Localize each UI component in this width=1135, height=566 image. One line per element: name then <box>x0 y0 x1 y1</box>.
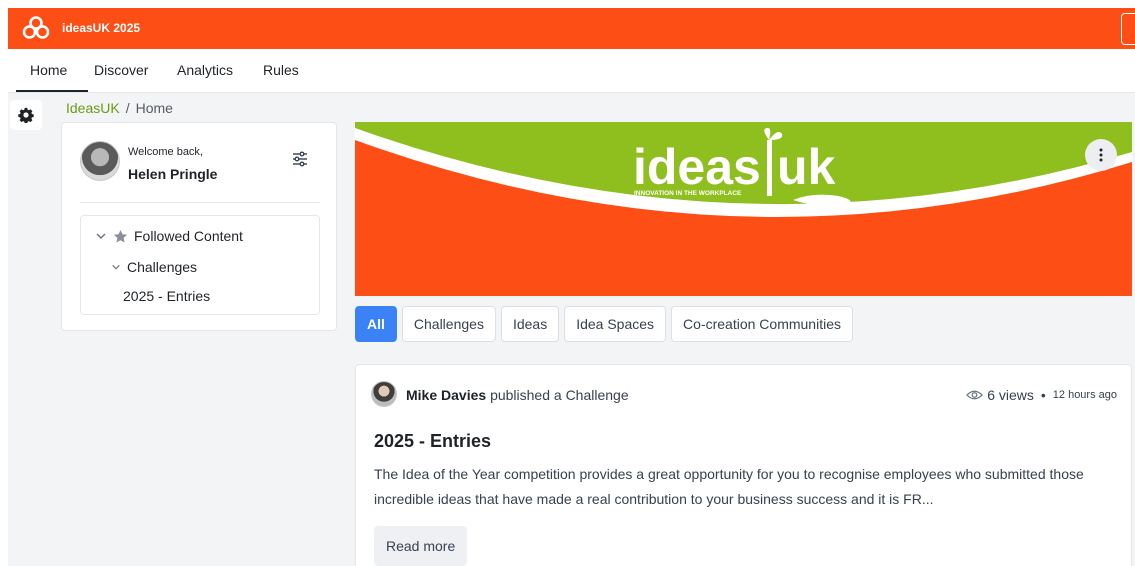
tree-challenges-label: Challenges <box>127 259 198 275</box>
top-right-button[interactable] <box>1121 13 1135 45</box>
banner-menu-button[interactable] <box>1085 139 1117 171</box>
card-divider <box>80 202 320 203</box>
post-author[interactable]: Mike Davies <box>406 387 486 403</box>
ideasuk-logo: ideas uk INNOVATION IN THE WORKPLACE <box>633 128 851 207</box>
nav-analytics[interactable]: Analytics <box>177 62 233 78</box>
activity-post: Mike Davies published a Challenge 6 view… <box>355 364 1132 566</box>
welcome-card: Welcome back, Helen Pringle Followed Con… <box>61 122 337 331</box>
breadcrumb-separator: / <box>125 100 130 116</box>
filter-all[interactable]: All <box>355 306 397 342</box>
banner-wordmark-left: ideas <box>633 139 761 195</box>
content-filter-tabs: All Challenges Ideas Idea Spaces Co-crea… <box>355 306 853 342</box>
tree-followed-content[interactable]: Followed Content <box>95 228 243 244</box>
nav-rules[interactable]: Rules <box>263 62 299 78</box>
post-views: 6 views <box>987 387 1034 403</box>
tree-entries[interactable]: 2025 - Entries <box>123 288 210 304</box>
followed-content-tree: Followed Content Challenges 2025 - Entri… <box>80 215 320 315</box>
eye-icon <box>966 390 984 400</box>
community-banner: ideas uk INNOVATION IN THE WORKPLACE <box>355 122 1132 296</box>
nav-discover[interactable]: Discover <box>94 62 148 78</box>
author-avatar[interactable] <box>371 381 397 407</box>
user-avatar[interactable] <box>80 141 120 181</box>
filter-idea-spaces[interactable]: Idea Spaces <box>564 306 667 342</box>
breadcrumb-root-link[interactable]: IdeasUK <box>66 100 120 116</box>
filter-challenges[interactable]: Challenges <box>401 306 496 342</box>
sliders-icon[interactable] <box>290 149 310 169</box>
nav-home[interactable]: Home <box>30 62 67 78</box>
post-action: published a Challenge <box>490 387 629 403</box>
tree-followed-content-label: Followed Content <box>134 228 243 244</box>
post-title[interactable]: 2025 - Entries <box>374 431 491 452</box>
rail-settings-button[interactable] <box>10 100 42 130</box>
tree-entries-label: 2025 - Entries <box>123 288 211 304</box>
post-body: The Idea of the Year competition provide… <box>374 466 1084 507</box>
app-frame: ideasUK 2025 Home Discover Analytics Rul… <box>8 8 1135 566</box>
post-meta: 6 views • 12 hours ago <box>966 387 1117 403</box>
left-rail <box>8 93 44 566</box>
breadcrumb: IdeasUK / Home <box>66 100 173 116</box>
chevron-down-icon <box>112 264 120 270</box>
banner-tagline: INNOVATION IN THE WORKPLACE <box>634 190 742 197</box>
filter-co-creation-communities[interactable]: Co-creation Communities <box>671 306 853 342</box>
welcome-greeting: Welcome back, <box>128 146 203 158</box>
gear-icon <box>18 107 34 123</box>
star-icon <box>113 229 128 242</box>
user-name: Helen Pringle <box>128 166 218 182</box>
main-nav: Home Discover Analytics Rules <box>8 49 1135 93</box>
ideasuk-banner-graphic: ideas uk INNOVATION IN THE WORKPLACE <box>355 122 1132 296</box>
app-title: ideasUK 2025 <box>62 21 141 35</box>
read-more-button[interactable]: Read more <box>374 526 468 566</box>
post-time: 12 hours ago <box>1052 389 1117 401</box>
chevron-down-icon <box>96 233 106 239</box>
kebab-icon <box>1099 148 1103 162</box>
filter-ideas[interactable]: Ideas <box>500 306 560 342</box>
nav-active-indicator <box>16 90 88 92</box>
post-header: Mike Davies published a Challenge <box>406 387 629 403</box>
ideas-logo-icon[interactable] <box>22 15 50 41</box>
banner-wordmark-right: uk <box>777 139 836 195</box>
breadcrumb-current: Home <box>135 100 173 116</box>
tree-challenges[interactable]: Challenges <box>111 259 197 275</box>
top-bar: ideasUK 2025 <box>8 8 1135 49</box>
meta-bullet: • <box>1040 387 1046 403</box>
